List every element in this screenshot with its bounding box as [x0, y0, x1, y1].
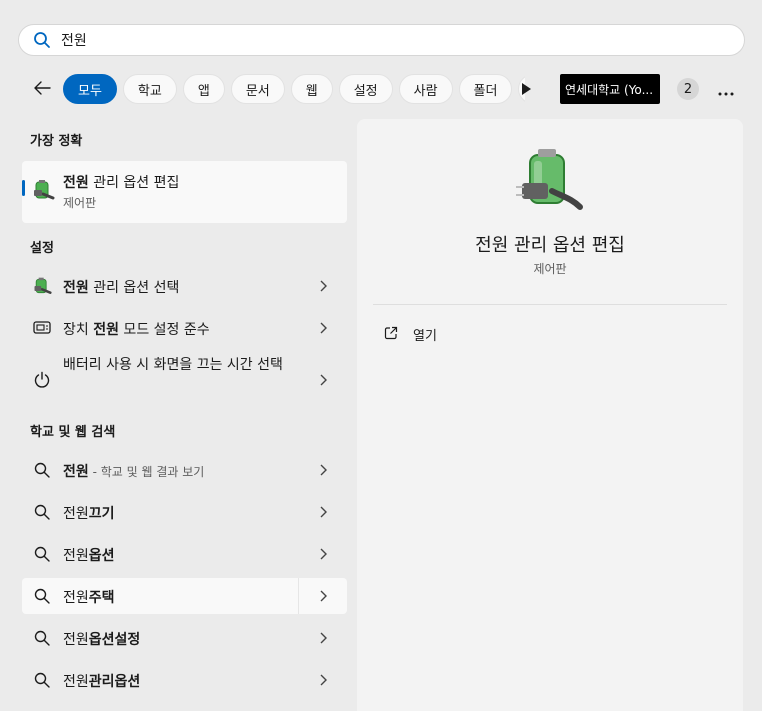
search-icon: [32, 460, 52, 480]
list-item-label: 장치 전원 모드 설정 준수: [63, 322, 210, 338]
settings-item-power-plan[interactable]: 전원 관리 옵션 선택: [22, 268, 347, 304]
detail-title: 전원 관리 옵션 편집: [475, 235, 625, 256]
list-item-label: 전원 - 학교 및 웹 결과 보기: [63, 464, 205, 480]
more-options-button[interactable]: [712, 76, 740, 104]
list-item-label: 전원끄기: [63, 506, 115, 522]
filter-bar: 모두 학교 앱 문서 웹 설정 사람 폴더 사 연세대학교 (Yo... 2: [26, 72, 746, 106]
web-search-item[interactable]: 전원관리옵션: [22, 662, 347, 698]
list-item-label: 전원옵션: [63, 548, 115, 564]
search-box[interactable]: [18, 24, 745, 56]
detail-subtitle: 제어판: [533, 262, 567, 276]
web-search-item[interactable]: 전원옵션설정: [22, 620, 347, 656]
chevron-right-icon[interactable]: [315, 320, 331, 336]
list-item-label: 전원 관리 옵션 선택: [63, 280, 180, 296]
chevron-right-icon[interactable]: [315, 588, 331, 604]
power-options-icon: [31, 178, 55, 206]
search-icon: [32, 628, 52, 648]
search-icon: [32, 544, 52, 564]
divider: [373, 304, 727, 305]
chip-documents[interactable]: 문서: [230, 74, 285, 104]
device-icon: [32, 318, 52, 338]
chevron-right-icon[interactable]: [315, 504, 331, 520]
chevron-right-icon[interactable]: [315, 278, 331, 294]
chip-apps[interactable]: 앱: [182, 74, 225, 104]
search-icon: [32, 586, 52, 606]
best-match-heading: 가장 정확: [30, 134, 83, 149]
power-icon: [32, 370, 52, 390]
chevron-right-icon[interactable]: [315, 630, 331, 646]
best-match-subtitle: 제어판: [63, 196, 97, 210]
scroll-chips-button[interactable]: [516, 78, 536, 100]
arrow-left-icon: [33, 80, 51, 100]
list-item-label: 전원주택: [63, 590, 115, 606]
web-search-item[interactable]: 전원 - 학교 및 웹 결과 보기: [22, 452, 347, 488]
search-icon: [32, 670, 52, 690]
selection-indicator: [22, 180, 25, 196]
search-icon: [32, 502, 52, 522]
divider: [298, 578, 299, 614]
settings-item-screen-timeout[interactable]: 배터리 사용 시 화면을 끄는 시간 선택: [22, 353, 347, 407]
web-search-item[interactable]: 전원끄기: [22, 494, 347, 530]
settings-heading: 설정: [30, 241, 54, 256]
open-external-icon: [384, 325, 398, 344]
list-item-label: 전원옵션설정: [63, 632, 141, 648]
best-match-title: 전원 관리 옵션 편집: [63, 175, 180, 191]
rewards-badge[interactable]: 2: [677, 78, 699, 100]
best-match-result[interactable]: 전원 관리 옵션 편집 제어판: [22, 161, 347, 223]
chip-web[interactable]: 웹: [290, 74, 333, 104]
search-input[interactable]: [61, 28, 661, 52]
open-button[interactable]: 열기: [384, 323, 437, 345]
detail-pane: 전원 관리 옵션 편집 제어판 열기: [357, 119, 743, 711]
filter-chips: 모두 학교 앱 문서 웹 설정 사람 폴더 사: [63, 74, 525, 104]
chevron-right-icon[interactable]: [315, 462, 331, 478]
back-button[interactable]: [28, 76, 56, 104]
chip-folders[interactable]: 폴더: [458, 74, 513, 104]
settings-item-device-power-mode[interactable]: 장치 전원 모드 설정 준수: [22, 310, 347, 346]
chip-settings[interactable]: 설정: [338, 74, 393, 104]
open-label: 열기: [413, 328, 437, 344]
chip-people[interactable]: 사람: [398, 74, 453, 104]
power-options-icon: [32, 276, 52, 296]
chevron-right-icon[interactable]: [315, 372, 331, 388]
chevron-right-icon[interactable]: [315, 546, 331, 562]
chip-school[interactable]: 학교: [122, 74, 177, 104]
web-search-item[interactable]: 전원옵션: [22, 536, 347, 572]
more-icon: [718, 81, 734, 100]
list-item-label: 전원관리옵션: [63, 674, 141, 690]
list-item-label: 배터리 사용 시 화면을 끄는 시간 선택: [63, 357, 283, 373]
power-options-icon: [516, 147, 584, 219]
play-icon: [521, 80, 531, 99]
web-search-heading: 학교 및 웹 검색: [30, 425, 116, 440]
web-search-item[interactable]: 전원주택: [22, 578, 347, 614]
chip-all[interactable]: 모두: [63, 74, 117, 104]
search-icon: [33, 31, 51, 49]
chevron-right-icon[interactable]: [315, 672, 331, 688]
org-account-button[interactable]: 연세대학교 (Yo...: [560, 74, 660, 104]
